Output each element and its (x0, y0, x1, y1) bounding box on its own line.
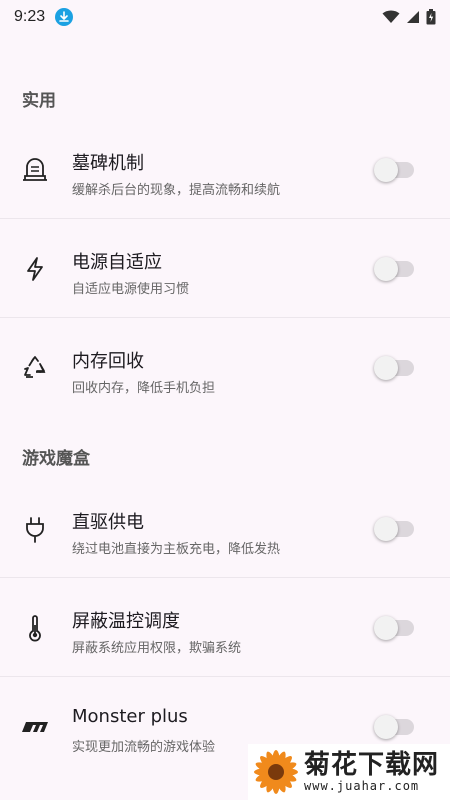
setting-subtitle: 自适应电源使用习惯 (72, 282, 190, 297)
section-title-game-box: 游戏魔盒 (22, 449, 90, 469)
setting-subtitle: 缓解杀后台的现象，提高流畅和续航 (72, 183, 281, 198)
setting-title: 内存回收 (72, 351, 144, 372)
status-bar: 9:23 (0, 0, 450, 34)
watermark-title: 菊花下载网 (304, 750, 440, 780)
power-adaptive-toggle[interactable] (374, 256, 414, 281)
setting-row-memory-recycle[interactable]: 内存回收 回收内存，降低手机负担 (0, 319, 450, 417)
signal-icon (407, 11, 419, 23)
setting-subtitle: 回收内存，降低手机负担 (72, 381, 216, 396)
setting-row-tombstone[interactable]: 墓碑机制 缓解杀后台的现象，提高流畅和续航 (0, 121, 450, 219)
memory-recycle-toggle[interactable] (374, 356, 414, 380)
setting-subtitle: 绕过电池直接为主板充电，降低发热 (72, 542, 281, 557)
section-title-practical: 实用 (22, 91, 56, 111)
setting-subtitle: 屏蔽系统应用权限，欺骗系统 (72, 641, 242, 656)
monster-plus-toggle[interactable] (374, 715, 414, 739)
plug-icon (20, 514, 50, 544)
tombstone-icon (20, 155, 50, 185)
thermometer-icon (20, 613, 50, 643)
download-icon (55, 8, 74, 26)
setting-title: Monster plus (72, 706, 188, 727)
toggle-knob (374, 615, 398, 640)
watermark: 菊花下载网 www.juahar.com (248, 744, 450, 800)
lightning-icon (20, 254, 50, 284)
toggle-knob (374, 715, 398, 739)
setting-title: 电源自适应 (72, 252, 162, 273)
setting-title: 墓碑机制 (72, 153, 144, 174)
thermal-block-toggle[interactable] (374, 615, 414, 640)
toggle-knob (374, 157, 398, 182)
toggle-knob (374, 356, 398, 380)
toggle-knob (374, 516, 398, 541)
direct-power-toggle[interactable] (374, 516, 414, 541)
watermark-url: www.juahar.com (304, 779, 420, 793)
setting-row-thermal-block[interactable]: 屏蔽温控调度 屏蔽系统应用权限，欺骗系统 (0, 579, 450, 677)
setting-title: 屏蔽温控调度 (72, 611, 180, 632)
setting-row-direct-power[interactable]: 直驱供电 绕过电池直接为主板充电，降低发热 (0, 480, 450, 578)
flower-logo-icon (254, 750, 298, 794)
toggle-knob (374, 256, 398, 281)
setting-subtitle: 实现更加流畅的游戏体验 (72, 740, 216, 755)
status-time: 9:23 (14, 8, 46, 25)
setting-row-power-adaptive[interactable]: 电源自适应 自适应电源使用习惯 (0, 220, 450, 318)
battery-icon (426, 9, 436, 25)
wifi-icon (382, 10, 400, 23)
recycle-icon (20, 353, 50, 383)
monster-logo-icon (20, 712, 50, 742)
setting-title: 直驱供电 (72, 512, 144, 533)
tombstone-toggle[interactable] (374, 157, 414, 182)
